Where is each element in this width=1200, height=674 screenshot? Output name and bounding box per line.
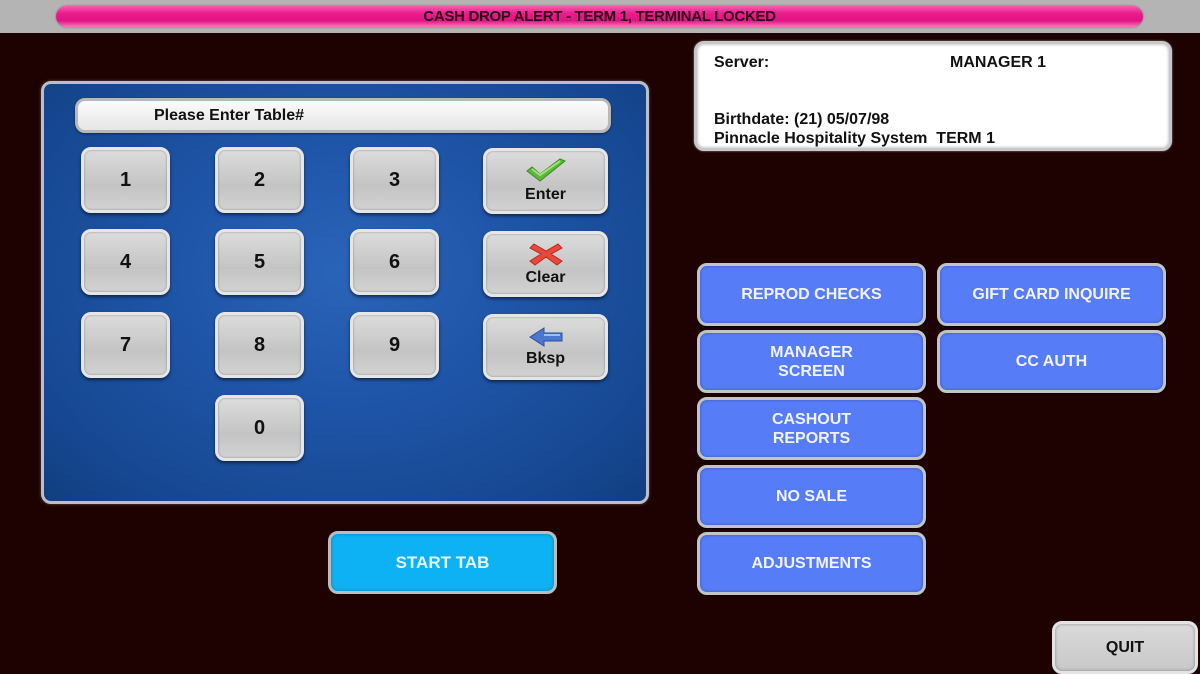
quit-button[interactable]: QUIT	[1052, 621, 1198, 674]
key-8[interactable]: 8	[215, 312, 304, 378]
keypad-panel: Please Enter Table# 1 2 3 4 5 6 7 8 9 0 …	[41, 81, 649, 504]
key-1[interactable]: 1	[81, 147, 170, 213]
start-tab-button[interactable]: START TAB	[328, 531, 557, 594]
x-icon	[528, 241, 564, 269]
birthdate-text: Birthdate: (21) 05/07/98	[714, 111, 890, 128]
prompt-text: Please Enter Table#	[154, 106, 304, 124]
checkmark-icon	[524, 158, 568, 186]
clear-label: Clear	[525, 269, 566, 286]
key-4[interactable]: 4	[81, 229, 170, 295]
key-9[interactable]: 9	[350, 312, 439, 378]
cc-auth-button[interactable]: CC AUTH	[937, 330, 1166, 393]
bksp-label: Bksp	[525, 350, 566, 367]
cash-drop-alert-banner: CASH DROP ALERT - TERM 1, TERMINAL LOCKE…	[56, 6, 1143, 27]
key-3[interactable]: 3	[350, 147, 439, 213]
key-2[interactable]: 2	[215, 147, 304, 213]
server-info-box: Server: MANAGER 1 Birthdate: (21) 05/07/…	[694, 41, 1172, 151]
clear-button[interactable]: Clear	[483, 231, 608, 297]
enter-label: Enter	[525, 186, 566, 203]
reprod-checks-button[interactable]: REPROD CHECKS	[697, 263, 926, 326]
key-0[interactable]: 0	[215, 395, 304, 461]
adjustments-button[interactable]: ADJUSTMENTS	[697, 532, 926, 595]
server-value: MANAGER 1	[950, 54, 1047, 71]
no-sale-button[interactable]: NO SALE	[697, 465, 926, 528]
arrow-left-icon	[528, 326, 564, 350]
key-7[interactable]: 7	[81, 312, 170, 378]
backspace-button[interactable]: Bksp	[483, 314, 608, 380]
system-terminal-text: Pinnacle Hospitality System TERM 1	[714, 130, 995, 147]
table-number-input[interactable]: Please Enter Table#	[75, 98, 611, 133]
enter-button[interactable]: Enter	[483, 148, 608, 214]
key-6[interactable]: 6	[350, 229, 439, 295]
manager-screen-button[interactable]: MANAGER SCREEN	[697, 330, 926, 393]
cashout-reports-button[interactable]: CASHOUT REPORTS	[697, 397, 926, 460]
key-5[interactable]: 5	[215, 229, 304, 295]
gift-card-inquire-button[interactable]: GIFT CARD INQUIRE	[937, 263, 1166, 326]
server-label: Server:	[714, 54, 770, 71]
top-bar: CASH DROP ALERT - TERM 1, TERMINAL LOCKE…	[0, 0, 1200, 33]
